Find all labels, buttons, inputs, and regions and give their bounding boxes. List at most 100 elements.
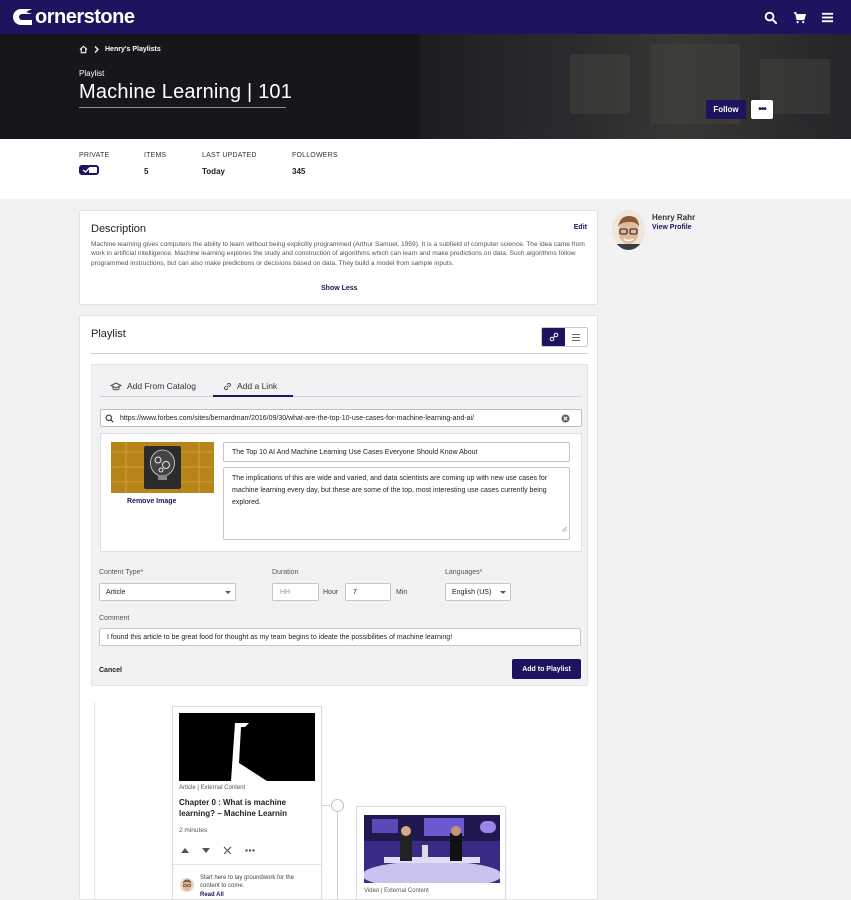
required-marker: *: [140, 569, 144, 576]
tab-label: Add From Catalog: [127, 381, 196, 391]
follow-button[interactable]: Follow: [706, 100, 746, 119]
description-card: Description Edit Machine learning gives …: [79, 210, 598, 305]
content-kind-label: Playlist: [79, 69, 105, 78]
link-url-input[interactable]: https://www.forbes.com/sites/bernardmarr…: [100, 409, 582, 427]
private-toggle[interactable]: [79, 165, 99, 175]
timeline-connector: [322, 805, 330, 806]
content-type-label-text: Content Type: [99, 569, 141, 576]
menu-icon[interactable]: [819, 9, 835, 25]
playlist-item-card[interactable]: Video | External Content: [356, 806, 506, 900]
languages-label-text: Languages: [445, 569, 480, 576]
hero-background-image: [420, 34, 851, 139]
stat-label: ITEMS: [144, 152, 167, 159]
list-view-button[interactable]: [565, 328, 587, 346]
page-title: Machine Learning | 101: [79, 81, 293, 103]
remove-icon[interactable]: [223, 846, 232, 855]
divider: [173, 864, 321, 865]
item-note-line-1: Start here to lay groundwork for the: [200, 875, 295, 881]
profile-name: Henry Rahr: [652, 213, 696, 222]
item-actions: [181, 846, 268, 855]
more-options-button[interactable]: •••: [751, 100, 773, 119]
languages-select[interactable]: English (US): [445, 583, 511, 601]
timeline-left-border: [94, 702, 95, 900]
tabs-divider: [100, 396, 581, 397]
tab-add-from-catalog[interactable]: Add From Catalog: [110, 375, 196, 397]
search-icon: [105, 414, 114, 423]
languages-label: Languages*: [445, 569, 482, 576]
move-up-icon[interactable]: [181, 848, 189, 853]
item-title-line-2[interactable]: learning? – Machine Learnin: [179, 808, 299, 819]
hour-unit-label: Hour: [323, 589, 339, 596]
playlist-section-title: Playlist: [91, 328, 126, 340]
stat-label: LAST UPDATED: [202, 152, 257, 159]
min-unit-label: Min: [396, 589, 408, 596]
stat-value: 5: [144, 167, 149, 176]
stat-items: ITEMS 5: [144, 152, 166, 176]
resize-handle-icon[interactable]: [561, 525, 567, 537]
active-tab-indicator: [213, 395, 293, 397]
comment-label: Comment: [99, 615, 130, 622]
item-meta: Video | External Content: [364, 888, 429, 894]
link-icon: [224, 382, 231, 390]
stat-label: FOLLOWERS: [292, 152, 338, 159]
description-title: Description: [91, 223, 147, 235]
clear-url-icon[interactable]: [561, 414, 576, 425]
more-options-icon[interactable]: [245, 849, 255, 852]
chevron-right-icon: [94, 46, 99, 53]
view-mode-toggle: [541, 327, 588, 347]
stat-value: 345: [292, 167, 306, 176]
content-type-label: Content Type*: [99, 569, 143, 576]
content-type-value: Article: [106, 588, 126, 596]
view-profile-link[interactable]: View Profile: [652, 224, 692, 231]
chevron-down-icon: [225, 591, 231, 594]
duration-label: Duration: [272, 569, 299, 576]
add-to-playlist-button[interactable]: Add to Playlist: [512, 659, 581, 679]
stat-value: Today: [202, 167, 225, 176]
edit-description-link[interactable]: Edit: [574, 224, 587, 231]
stat-private: PRIVATE: [79, 152, 109, 175]
add-content-panel: Add From Catalog Add a Link https://www.…: [91, 364, 588, 686]
tab-add-a-link[interactable]: Add a Link: [223, 375, 277, 397]
item-thumbnail: [179, 713, 315, 781]
cancel-button[interactable]: Cancel: [99, 667, 122, 674]
divider: [91, 353, 588, 354]
content-type-select[interactable]: Article: [99, 583, 236, 601]
home-icon[interactable]: [79, 45, 88, 54]
required-marker: *: [479, 569, 483, 576]
playlist-stats-bar: PRIVATE ITEMS 5 LAST UPDATED Today FOLLO…: [0, 139, 851, 199]
path-view-button[interactable]: [542, 328, 565, 346]
stat-label: PRIVATE: [79, 152, 110, 159]
languages-value: English (US): [452, 588, 492, 596]
item-title-line-1[interactable]: Chapter 0 : What is machine: [179, 797, 286, 808]
breadcrumb: Henry's Playlists: [79, 45, 161, 54]
comment-input[interactable]: I found this article to be great food fo…: [99, 628, 581, 646]
cornerstone-logo[interactable]: ornerstone: [12, 6, 135, 28]
timeline-node: [331, 799, 344, 812]
chevron-down-icon: [500, 591, 506, 594]
move-down-icon[interactable]: [202, 848, 210, 853]
read-all-link[interactable]: Read All: [200, 892, 224, 898]
title-underline: [79, 107, 286, 108]
playlist-item-card[interactable]: Article | External Content Chapter 0 : W…: [172, 706, 322, 900]
remove-image-link[interactable]: Remove Image: [127, 498, 176, 505]
show-less-link[interactable]: Show Less: [321, 285, 358, 292]
link-description-textarea[interactable]: The implications of this are wide and va…: [223, 467, 570, 540]
url-value: https://www.forbes.com/sites/bernardmarr…: [120, 414, 475, 422]
duration-minutes-input[interactable]: 7: [345, 583, 391, 601]
item-note-line-2: content to come.: [200, 883, 245, 889]
link-description-value: The implications of this are wide and va…: [232, 475, 548, 506]
breadcrumb-link-henrys-playlists[interactable]: Henry's Playlists: [105, 46, 161, 53]
link-title-input[interactable]: The Top 10 AI And Machine Learning Use C…: [223, 442, 570, 462]
avatar[interactable]: [612, 210, 645, 250]
path-view-icon: [549, 332, 558, 342]
link-preview-image: [111, 442, 214, 493]
timeline-connector: [337, 810, 338, 900]
cart-icon[interactable]: [791, 9, 807, 25]
list-view-icon: [572, 333, 580, 341]
duration-hours-input[interactable]: HH: [272, 583, 319, 601]
search-icon[interactable]: [762, 9, 778, 25]
description-text: Machine learning gives computers the abi…: [91, 241, 585, 267]
note-author-avatar: [180, 878, 194, 892]
item-meta: Article | External Content: [179, 785, 246, 791]
item-thumbnail: [364, 815, 500, 883]
